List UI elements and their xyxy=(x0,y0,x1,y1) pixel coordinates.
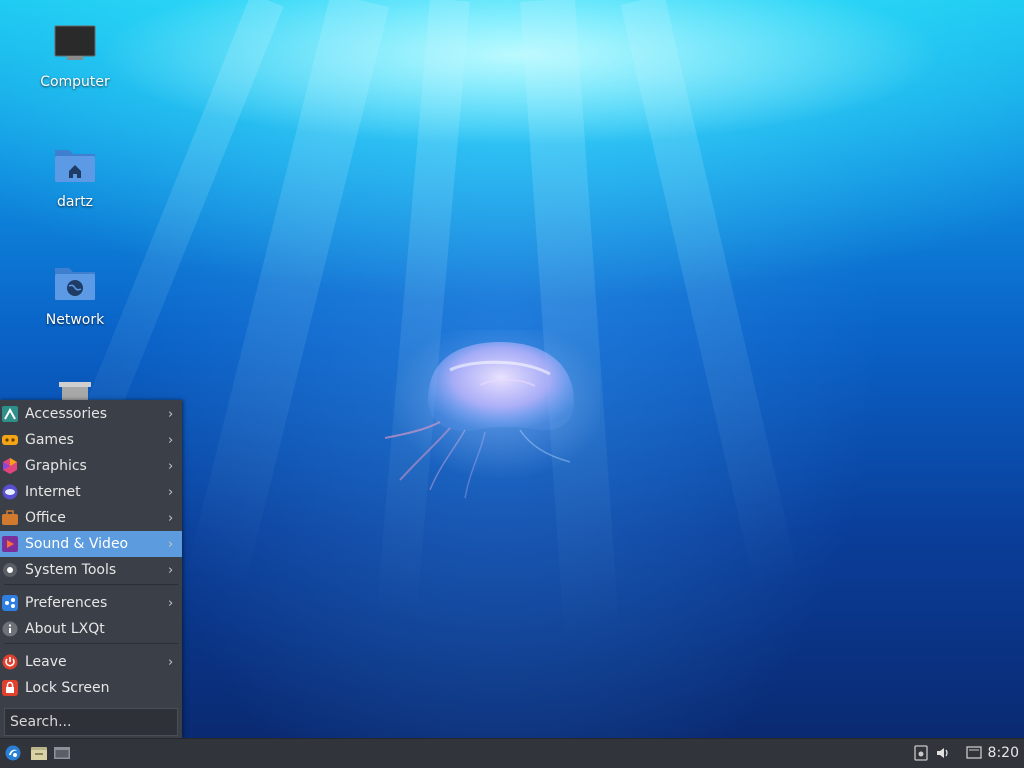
file-manager-icon[interactable] xyxy=(31,745,47,761)
graphics-icon xyxy=(2,458,18,474)
network-tray-icon[interactable] xyxy=(966,745,982,761)
menu-item-label: System Tools xyxy=(25,562,117,578)
menu-item-label: Games xyxy=(25,432,74,448)
menu-item-label: Preferences xyxy=(25,595,108,611)
menu-item-system-tools[interactable]: System Tools › xyxy=(0,557,182,583)
desktop-icon-home[interactable]: dartz xyxy=(20,144,130,210)
light-ray xyxy=(376,0,470,620)
removable-media-icon[interactable] xyxy=(913,745,929,761)
menu-separator xyxy=(4,584,178,585)
chevron-right-icon: › xyxy=(168,458,174,474)
desktop-icon-label: Computer xyxy=(40,74,110,90)
games-icon xyxy=(2,432,18,448)
menu-item-sound-video[interactable]: Sound & Video › xyxy=(0,531,182,557)
chevron-right-icon: › xyxy=(168,595,174,611)
menu-item-about-lxqt[interactable]: About LXQt xyxy=(0,616,182,642)
menu-item-accessories[interactable]: Accessories › xyxy=(0,401,182,427)
menu-item-office[interactable]: Office › xyxy=(0,505,182,531)
monitor-icon xyxy=(53,24,97,68)
desktop-icon-label: dartz xyxy=(56,194,94,210)
preferences-icon xyxy=(2,595,18,611)
desktop-icon-label: Network xyxy=(45,312,105,328)
chevron-right-icon: › xyxy=(168,484,174,500)
menu-item-label: About LXQt xyxy=(25,621,105,637)
chevron-right-icon: › xyxy=(168,536,174,552)
system-tools-icon xyxy=(2,562,18,578)
menu-item-label: Lock Screen xyxy=(25,680,110,696)
internet-icon xyxy=(2,484,18,500)
power-icon xyxy=(2,654,18,670)
desktop-icon-network[interactable]: Network xyxy=(20,262,130,328)
info-icon xyxy=(2,621,18,637)
menu-item-label: Accessories xyxy=(25,406,108,422)
volume-icon[interactable] xyxy=(935,745,951,761)
menu-item-label: Graphics xyxy=(25,458,87,474)
chevron-right-icon: › xyxy=(168,432,174,448)
desktop-icon-computer[interactable]: Computer xyxy=(20,24,130,90)
menu-search-input[interactable]: Search... xyxy=(4,708,178,736)
office-icon xyxy=(2,510,18,526)
chevron-right-icon: › xyxy=(168,510,174,526)
chevron-right-icon: › xyxy=(168,654,174,670)
light-ray xyxy=(620,0,800,590)
accessories-icon xyxy=(2,406,18,422)
sound-video-icon xyxy=(2,536,18,552)
lxqt-logo-icon[interactable] xyxy=(5,745,21,761)
show-desktop-icon[interactable] xyxy=(54,745,70,761)
menu-item-preferences[interactable]: Preferences › xyxy=(0,590,182,616)
search-placeholder: Search... xyxy=(10,714,72,730)
menu-item-games[interactable]: Games › xyxy=(0,427,182,453)
menu-item-lock-screen[interactable]: Lock Screen xyxy=(0,675,182,701)
chevron-right-icon: › xyxy=(168,562,174,578)
menu-item-label: Internet xyxy=(25,484,81,500)
taskbar: 8:20 xyxy=(0,738,1024,768)
menu-item-label: Leave xyxy=(25,654,67,670)
menu-separator xyxy=(4,643,178,644)
application-menu: Accessories › Games › Graphics › Interne… xyxy=(0,400,182,738)
clock[interactable]: 8:20 xyxy=(988,745,1019,761)
jellyfish-image xyxy=(384,330,600,499)
menu-item-label: Office xyxy=(25,510,66,526)
menu-item-graphics[interactable]: Graphics › xyxy=(0,453,182,479)
menu-item-internet[interactable]: Internet › xyxy=(0,479,182,505)
light-ray xyxy=(520,0,620,641)
menu-item-label: Sound & Video xyxy=(25,536,129,552)
menu-item-leave[interactable]: Leave › xyxy=(0,649,182,675)
home-folder-icon xyxy=(53,144,97,188)
lock-icon xyxy=(2,680,18,696)
network-folder-icon xyxy=(53,262,97,306)
chevron-right-icon: › xyxy=(168,406,174,422)
